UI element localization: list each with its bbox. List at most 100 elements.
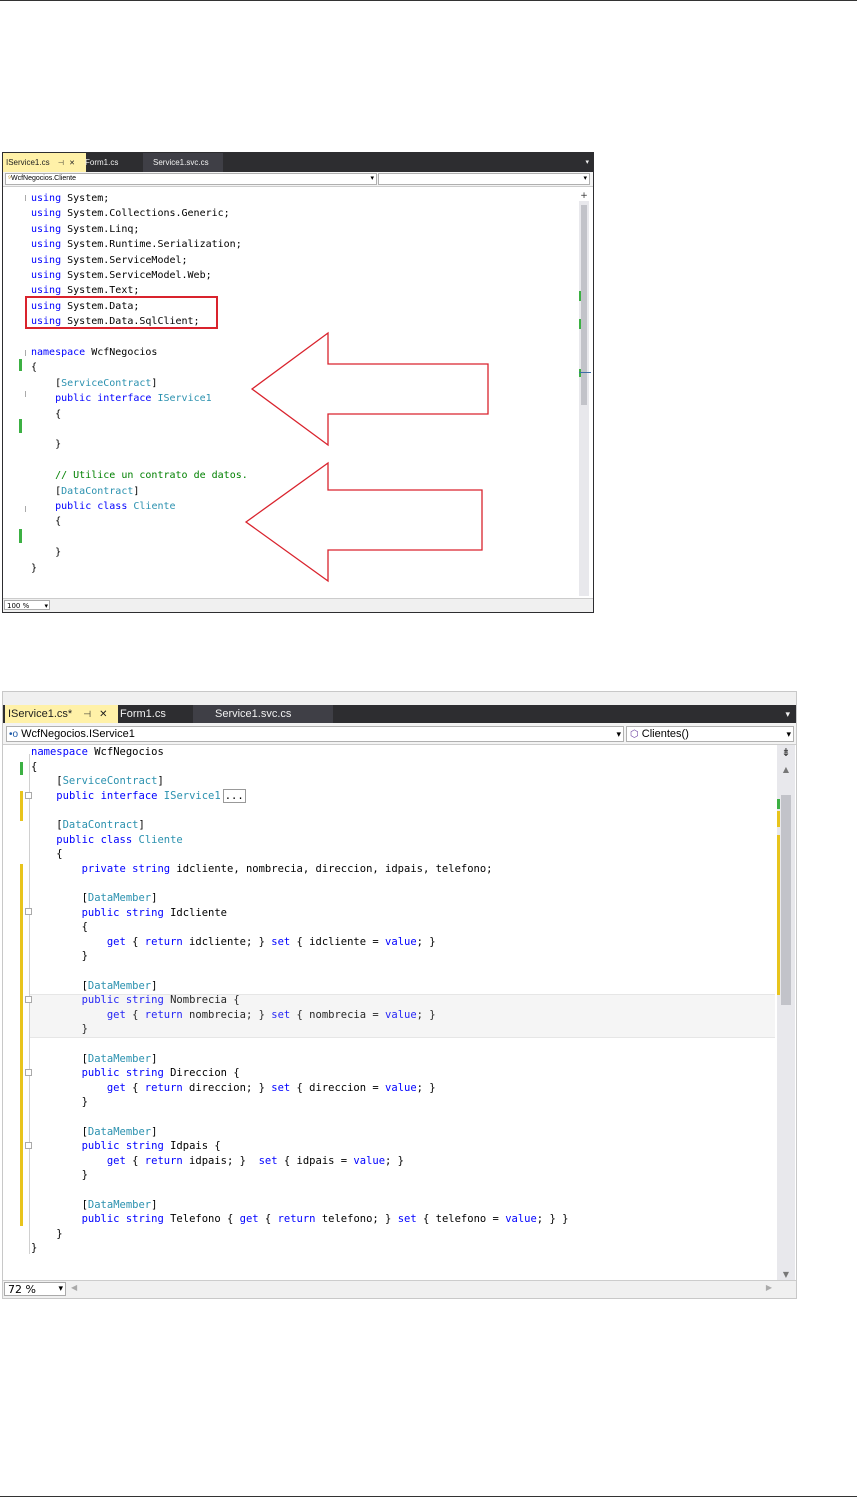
code-token: ] bbox=[151, 979, 158, 992]
horizontal-scrollbar[interactable]: 72 % ▾ ◀ ▶ bbox=[3, 1280, 796, 1298]
code-line[interactable]: namespace WcfNegocios bbox=[3, 745, 777, 760]
member-dropdown[interactable]: ⬡ Clientes() ▾ bbox=[626, 726, 794, 742]
code-line[interactable]: public string Telefono { get { return te… bbox=[3, 1212, 777, 1227]
close-icon[interactable]: ✕ bbox=[69, 160, 75, 167]
scroll-right-icon[interactable]: ▶ bbox=[766, 1283, 772, 1292]
code-line[interactable] bbox=[3, 1110, 777, 1125]
code-line[interactable]: } bbox=[3, 1168, 777, 1183]
code-line[interactable]: [DataMember] bbox=[3, 1125, 777, 1140]
code-token: ] bbox=[151, 892, 158, 904]
scroll-left-icon[interactable]: ◀ bbox=[71, 1283, 77, 1292]
code-token: ; } bbox=[416, 1081, 436, 1094]
chevron-down-icon: ▾ bbox=[44, 602, 48, 610]
code-token: { idcliente = bbox=[290, 935, 386, 948]
code-line[interactable]: } bbox=[3, 949, 777, 964]
code-line[interactable]: { bbox=[3, 847, 777, 862]
tab-form1[interactable]: Form1.cs bbox=[85, 153, 145, 172]
code-line[interactable]: public string Idcliente bbox=[3, 906, 777, 921]
code-token: { bbox=[31, 516, 62, 528]
scroll-thumb[interactable] bbox=[581, 205, 587, 405]
code-line[interactable]: using System; bbox=[3, 191, 593, 206]
pin-icon[interactable]: ⊣ bbox=[83, 709, 91, 719]
code-line[interactable]: } bbox=[3, 1095, 777, 1110]
code-line[interactable]: get { return direccion; } set { direccio… bbox=[3, 1081, 777, 1096]
code-line[interactable]: public class Cliente bbox=[3, 833, 777, 848]
code-token: interface bbox=[97, 393, 152, 405]
code-line[interactable]: get { return idcliente; } set { idclient… bbox=[3, 935, 777, 950]
pin-icon[interactable]: ⊣ bbox=[58, 160, 64, 167]
code-line[interactable]: public string Idpais { bbox=[3, 1139, 777, 1154]
code-token: { bbox=[31, 921, 88, 934]
code-line[interactable]: [ServiceContract] bbox=[3, 774, 777, 789]
vertical-scrollbar[interactable]: ⇟ ▲ ▼ bbox=[777, 745, 795, 1281]
code-token: string bbox=[125, 906, 164, 919]
tab-iservice1[interactable]: IService1.cs ⊣ ✕ bbox=[3, 153, 86, 172]
code-line[interactable]: public string Direccion { bbox=[3, 1066, 777, 1081]
code-line[interactable]: [DataMember] bbox=[3, 1052, 777, 1067]
code-token: DataMember bbox=[87, 892, 152, 904]
chevron-down-icon: ▾ bbox=[786, 729, 791, 739]
split-icon[interactable]: + bbox=[579, 191, 589, 201]
code-token: { bbox=[258, 1213, 278, 1226]
code-line[interactable]: { bbox=[3, 920, 777, 935]
code-line[interactable]: { bbox=[3, 760, 777, 775]
change-marker bbox=[20, 762, 23, 775]
code-token: System.Collections.Generic; bbox=[61, 208, 230, 220]
code-line[interactable] bbox=[3, 964, 777, 979]
code-line[interactable]: using System.Collections.Generic; bbox=[3, 206, 593, 221]
code-line[interactable]: private string idcliente, nombrecia, dir… bbox=[3, 862, 777, 877]
scroll-up-icon[interactable]: ▲ bbox=[780, 765, 792, 774]
tab-form1[interactable]: Form1.cs bbox=[120, 705, 200, 723]
code-line[interactable]: using System.ServiceModel.Web; bbox=[3, 268, 593, 283]
code-line[interactable]: [DataMember] bbox=[3, 1198, 777, 1213]
zoom-dropdown[interactable]: 72 % ▾ bbox=[4, 1282, 66, 1296]
code-token: System.Runtime.Serialization; bbox=[61, 239, 242, 251]
code-line[interactable] bbox=[3, 1037, 777, 1052]
code-token: string bbox=[125, 1140, 164, 1153]
code-line[interactable]: [DataMember] bbox=[3, 979, 777, 994]
code-line[interactable]: [DataContract] bbox=[3, 818, 777, 833]
code-line[interactable]: } bbox=[3, 1227, 777, 1242]
code-token: value bbox=[353, 1154, 386, 1167]
code-line[interactable] bbox=[3, 876, 777, 891]
member-dropdown[interactable]: ▾ bbox=[378, 173, 590, 185]
code-token: { bbox=[125, 1081, 145, 1094]
code-line[interactable]: public interface IService1... bbox=[3, 788, 777, 804]
code-line[interactable]: using System.Runtime.Serialization; bbox=[3, 237, 593, 252]
type-dropdown[interactable]: •o WcfNegocios.IService1 ▾ bbox=[6, 726, 624, 742]
tab-service1-svc[interactable]: Service1.svc.cs bbox=[193, 705, 333, 723]
zoom-dropdown[interactable]: 100 % ▾ bbox=[4, 600, 50, 610]
code-line[interactable]: get { return idpais; } set { idpais = va… bbox=[3, 1154, 777, 1169]
tab-service1-svc[interactable]: Service1.svc.cs bbox=[143, 153, 223, 172]
expand-collapse-icon bbox=[25, 996, 32, 1003]
code-line[interactable]: using System.Linq; bbox=[3, 222, 593, 237]
scroll-down-icon[interactable]: ▼ bbox=[780, 1270, 792, 1279]
member-dropdown-value: Clientes() bbox=[641, 728, 689, 740]
code-token: // Utilice un contrato de datos. bbox=[55, 470, 248, 482]
code-line[interactable] bbox=[3, 1183, 777, 1198]
tab-bar: IService1.cs* ⊣ ✕ Form1.cs Service1.svc.… bbox=[3, 705, 796, 723]
code-line[interactable]: } bbox=[3, 1241, 777, 1256]
change-marker bbox=[20, 864, 23, 1226]
type-dropdown[interactable]: ⁹WcfNegocios.Cliente ▾ bbox=[5, 173, 377, 185]
tab-label: Form1.cs bbox=[85, 158, 119, 167]
chevron-down-icon: ▾ bbox=[370, 175, 374, 182]
horizontal-scrollbar[interactable]: 100 % ▾ bbox=[3, 598, 593, 612]
scroll-thumb[interactable] bbox=[781, 795, 791, 1005]
method-icon: ⬡ bbox=[630, 729, 639, 740]
code-line[interactable]: using System.ServiceModel; bbox=[3, 253, 593, 268]
code-line[interactable] bbox=[3, 803, 777, 818]
split-icon[interactable]: ⇟ bbox=[780, 747, 792, 759]
vertical-scrollbar[interactable]: + bbox=[579, 191, 589, 596]
code-line[interactable]: [DataMember] bbox=[3, 891, 777, 906]
code-token: ; } } bbox=[536, 1213, 569, 1226]
tab-overflow-icon[interactable]: ▾ bbox=[585, 153, 589, 172]
code-token: public bbox=[81, 906, 120, 919]
tab-iservice1[interactable]: IService1.cs* ⊣ ✕ bbox=[5, 705, 118, 723]
close-icon[interactable]: ✕ bbox=[99, 709, 107, 720]
tab-overflow-icon[interactable]: ▾ bbox=[785, 705, 790, 723]
code-token: class bbox=[97, 501, 128, 512]
page-bottom-rule bbox=[0, 1496, 857, 1497]
